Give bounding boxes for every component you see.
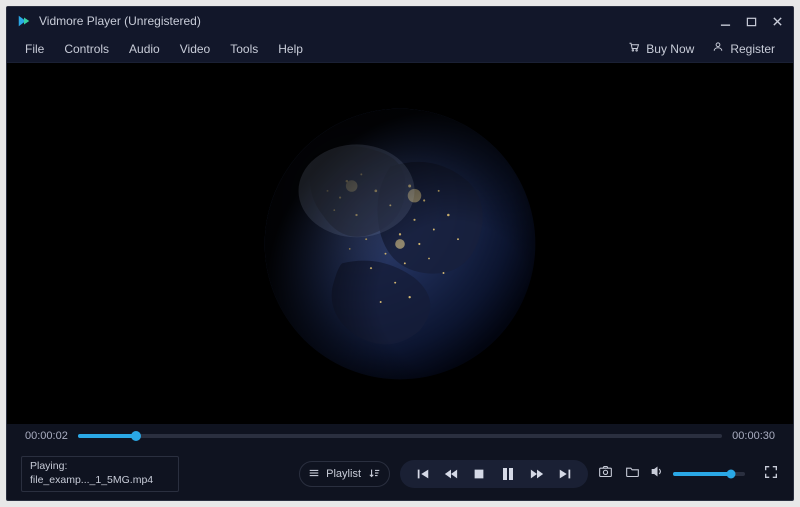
camera-icon bbox=[598, 466, 613, 483]
now-playing-filename: file_examp..._1_5MG.mp4 bbox=[30, 474, 170, 488]
volume-button[interactable] bbox=[650, 464, 665, 484]
rewind-button[interactable] bbox=[444, 467, 458, 481]
cart-icon bbox=[628, 41, 640, 56]
stop-button[interactable] bbox=[472, 467, 486, 481]
menu-video[interactable]: Video bbox=[180, 42, 210, 56]
register-label: Register bbox=[730, 42, 775, 56]
volume-group bbox=[650, 464, 779, 485]
list-icon bbox=[308, 467, 320, 482]
progress-row: 00:00:02 00:00:30 bbox=[7, 424, 793, 448]
fast-forward-button[interactable] bbox=[530, 467, 544, 481]
seek-fill bbox=[78, 434, 136, 438]
file-actions bbox=[598, 464, 640, 484]
volume-thumb[interactable] bbox=[726, 470, 735, 479]
fullscreen-icon bbox=[763, 467, 779, 484]
volume-fill bbox=[673, 472, 731, 476]
menu-bar: File Controls Audio Video Tools Help Buy… bbox=[7, 35, 793, 63]
playlist-label: Playlist bbox=[326, 468, 361, 480]
seek-thumb[interactable] bbox=[131, 431, 141, 441]
now-playing-label: Playing: bbox=[30, 460, 170, 474]
minimize-button[interactable] bbox=[719, 15, 731, 27]
close-button[interactable] bbox=[771, 15, 783, 27]
app-window: Vidmore Player (Unregistered) File Contr… bbox=[6, 6, 794, 501]
fullscreen-button[interactable] bbox=[763, 464, 779, 485]
app-logo-icon bbox=[17, 14, 31, 28]
seek-bar[interactable] bbox=[78, 434, 722, 438]
sort-icon bbox=[369, 470, 381, 482]
time-current: 00:00:02 bbox=[25, 430, 68, 442]
buy-now-button[interactable]: Buy Now bbox=[628, 41, 694, 56]
time-total: 00:00:30 bbox=[732, 430, 775, 442]
playlist-button[interactable]: Playlist bbox=[308, 467, 361, 482]
menu-help[interactable]: Help bbox=[278, 42, 303, 56]
playback-controls bbox=[400, 460, 588, 488]
open-folder-button[interactable] bbox=[625, 464, 640, 484]
video-area[interactable] bbox=[7, 63, 793, 424]
volume-slider[interactable] bbox=[673, 472, 745, 476]
window-controls bbox=[719, 15, 783, 27]
menu-controls[interactable]: Controls bbox=[64, 42, 109, 56]
folder-icon bbox=[625, 466, 640, 483]
sort-button[interactable] bbox=[369, 467, 381, 482]
video-frame-earth bbox=[255, 99, 545, 389]
title-bar: Vidmore Player (Unregistered) bbox=[7, 7, 793, 35]
window-title: Vidmore Player (Unregistered) bbox=[39, 14, 201, 28]
menu-tools[interactable]: Tools bbox=[230, 42, 258, 56]
buy-now-label: Buy Now bbox=[646, 42, 694, 56]
now-playing-box: Playing: file_examp..._1_5MG.mp4 bbox=[21, 456, 179, 492]
pause-button[interactable] bbox=[500, 466, 516, 482]
playlist-group: Playlist bbox=[299, 461, 390, 487]
maximize-button[interactable] bbox=[745, 15, 757, 27]
menu-audio[interactable]: Audio bbox=[129, 42, 160, 56]
register-button[interactable]: Register bbox=[712, 41, 775, 56]
snapshot-button[interactable] bbox=[598, 464, 613, 484]
next-button[interactable] bbox=[558, 467, 572, 481]
user-icon bbox=[712, 41, 724, 56]
previous-button[interactable] bbox=[416, 467, 430, 481]
speaker-icon bbox=[650, 466, 665, 483]
menu-file[interactable]: File bbox=[25, 42, 44, 56]
controls-row: Playing: file_examp..._1_5MG.mp4 Playlis… bbox=[7, 448, 793, 500]
